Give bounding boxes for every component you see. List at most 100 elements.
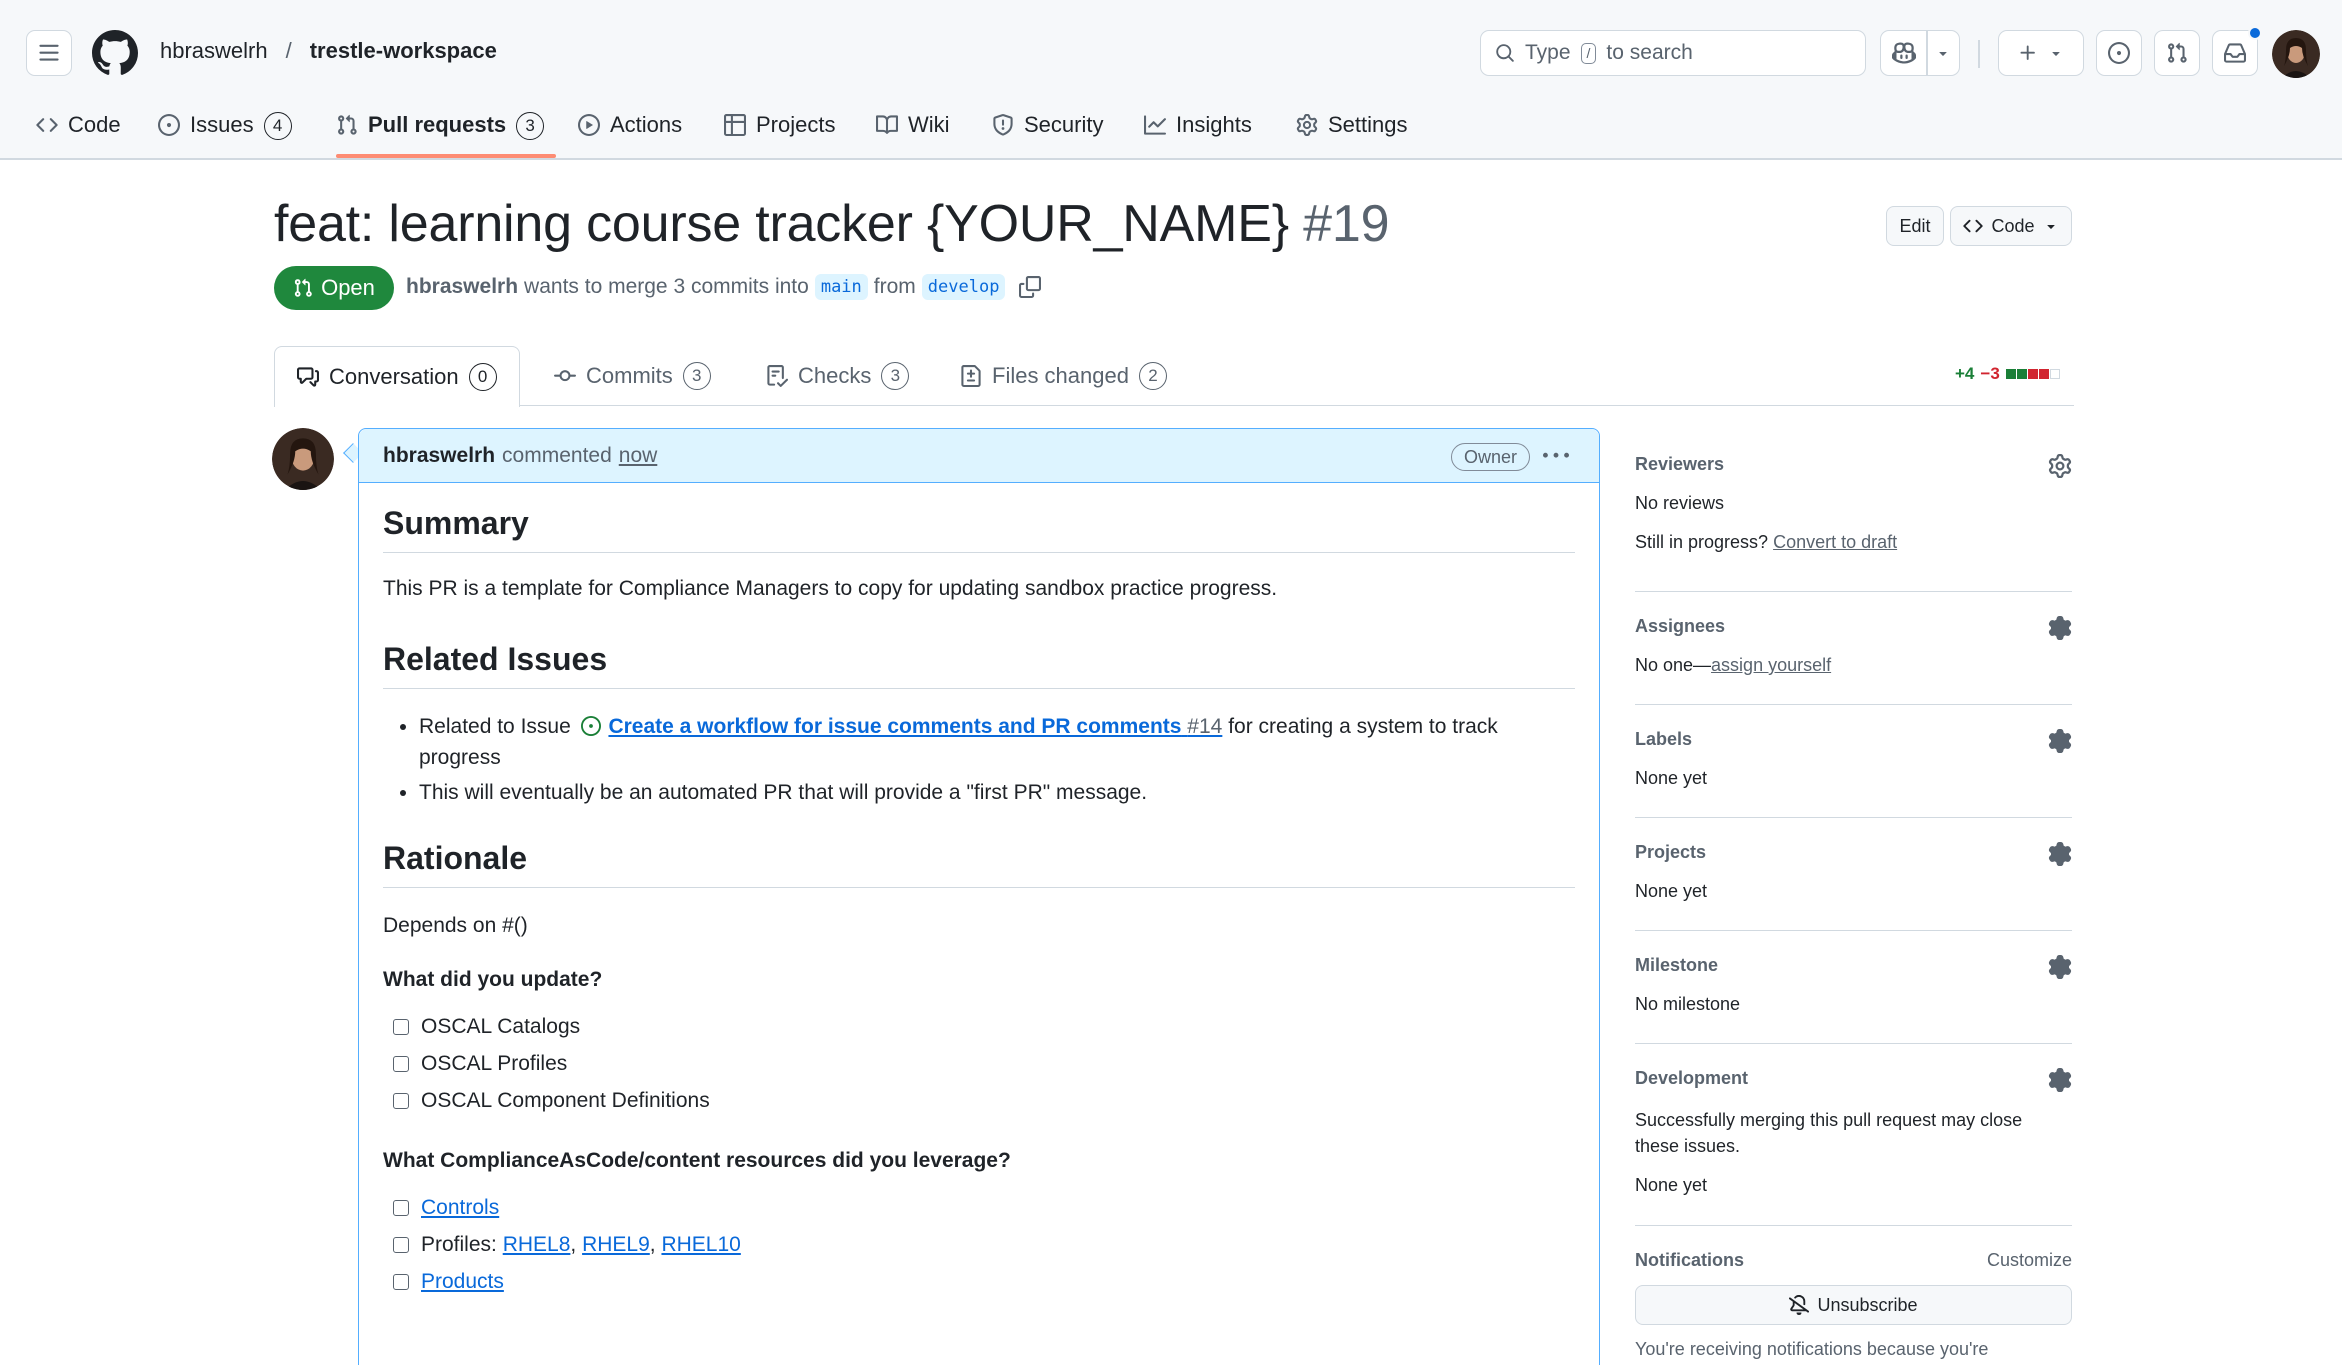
projects-title[interactable]: Projects [1635, 818, 2072, 863]
tab-commits[interactable]: Commits 3 [554, 346, 711, 406]
issues-shortcut-button[interactable] [2096, 30, 2142, 76]
breadcrumb-separator: / [285, 38, 292, 63]
book-icon [876, 115, 898, 134]
tab-actions[interactable]: Actions [578, 104, 682, 160]
tab-projects[interactable]: Projects [724, 104, 835, 160]
tab-pull-requests[interactable]: Pull requests 3 [336, 104, 545, 160]
comment-header: hbraswelrh commented now Owner [359, 429, 1599, 483]
development-title[interactable]: Development [1635, 1044, 2072, 1089]
resources-checklist: Controls Profiles: RHEL8, RHEL9, RHEL10 … [383, 1189, 1575, 1300]
gear-icon[interactable] [2048, 955, 2072, 979]
user-avatar[interactable] [2272, 30, 2320, 78]
search-input[interactable]: Type / to search [1480, 30, 1866, 76]
repo-name-link[interactable]: trestle-workspace [310, 38, 497, 64]
sidebar-development: Development Successfully merging this pu… [1635, 1044, 2072, 1226]
unsubscribe-label: Unsubscribe [1817, 1294, 1918, 1315]
convert-to-draft-link[interactable]: Convert to draft [1773, 532, 1897, 552]
comment-options-button[interactable] [1541, 441, 1571, 471]
tab-code[interactable]: Code [36, 104, 121, 160]
from-text: from [873, 275, 916, 298]
rhel10-link[interactable]: RHEL10 [661, 1233, 740, 1256]
draft-prefix: Still in progress? [1635, 532, 1769, 552]
gear-icon[interactable] [2048, 729, 2072, 753]
checkbox[interactable] [393, 1236, 409, 1253]
menu-button[interactable] [26, 30, 72, 76]
milestone-title[interactable]: Milestone [1635, 931, 2072, 976]
tab-security[interactable]: Security [992, 104, 1103, 160]
pr-author-link[interactable]: hbraswelrh [406, 275, 518, 299]
update-checklist: OSCAL Catalogs OSCAL Profiles OSCAL Comp… [383, 1008, 1575, 1119]
tab-insights[interactable]: Insights [1144, 104, 1252, 160]
sidebar-reviewers: Reviewers No reviews Still in progress? … [1635, 440, 2072, 592]
checkbox[interactable] [393, 1092, 409, 1109]
repo-owner-link[interactable]: hbraswelrh [160, 38, 268, 64]
assignees-title[interactable]: Assignees [1635, 592, 2072, 637]
tab-conversation[interactable]: Conversation 0 [274, 346, 520, 407]
edit-title-button[interactable]: Edit [1886, 206, 1944, 246]
copy-icon[interactable] [1019, 276, 1042, 298]
base-branch[interactable]: main [814, 274, 868, 300]
breadcrumb: hbraswelrh / trestle-workspace [160, 38, 497, 64]
tab-wiki[interactable]: Wiki [876, 104, 950, 160]
checkbox[interactable] [393, 1273, 409, 1290]
pr-title-text: feat: learning course tracker {YOUR_NAME… [274, 195, 1289, 253]
rhel9-link[interactable]: RHEL9 [582, 1233, 650, 1256]
checkbox[interactable] [393, 1055, 409, 1072]
controls-link[interactable]: Controls [421, 1196, 499, 1220]
assign-yourself-link[interactable]: assign yourself [1711, 655, 1831, 675]
checklist-icon [767, 365, 788, 387]
pr-number: #19 [1303, 195, 1390, 253]
products-link[interactable]: Products [421, 1270, 504, 1294]
comment-timestamp[interactable]: now [619, 444, 658, 468]
profiles-prefix: Profiles: [421, 1232, 497, 1256]
head-branch[interactable]: develop [921, 274, 1006, 300]
comment-author-avatar[interactable] [272, 428, 334, 490]
gear-icon[interactable] [2048, 616, 2072, 640]
tab-files-changed[interactable]: Files changed 2 [960, 346, 1167, 406]
code-icon [1963, 219, 1984, 233]
table-icon [724, 114, 746, 136]
pull-requests-shortcut-button[interactable] [2154, 30, 2200, 76]
copilot-menu-button[interactable] [1928, 45, 1959, 61]
depends-text: Depends on #() [383, 914, 528, 937]
file-diff-icon [961, 365, 981, 387]
diffstat-square [2027, 369, 2038, 379]
checkbox[interactable] [393, 1199, 409, 1216]
milestone-value: No milestone [1635, 994, 1741, 1014]
rhel8-link[interactable]: RHEL8 [503, 1233, 571, 1256]
rationale-heading: Rationale [383, 840, 1575, 888]
checkbox[interactable] [393, 1018, 409, 1035]
gear-icon[interactable] [2048, 842, 2072, 866]
sidebar-labels: Labels None yet [1635, 705, 2072, 818]
related-prefix: Related to Issue [419, 715, 571, 738]
gear-icon[interactable] [2048, 1068, 2072, 1092]
active-tab-indicator [336, 154, 556, 158]
customize-link[interactable]: Customize [1987, 1250, 2072, 1271]
owner-badge: Owner [1451, 443, 1531, 471]
tab-checks[interactable]: Checks 3 [766, 346, 910, 406]
reviewers-title[interactable]: Reviewers [1635, 440, 2072, 475]
tab-files-label: Files changed [992, 363, 1129, 388]
code-icon [36, 118, 58, 132]
checklist-label: OSCAL Catalogs [421, 1014, 581, 1038]
issue-link[interactable]: Create a workflow for issue comments and… [608, 715, 1222, 738]
pull-requests-counter: 3 [516, 112, 545, 140]
copilot-button[interactable] [1881, 41, 1926, 65]
github-logo-icon[interactable] [92, 30, 138, 76]
diffstat-bar [2005, 369, 2061, 379]
tab-issues[interactable]: Issues 4 [158, 104, 292, 160]
additions-count: +4 [1955, 364, 1975, 383]
tab-settings[interactable]: Settings [1296, 104, 1408, 160]
labels-value: None yet [1635, 768, 1708, 788]
labels-title[interactable]: Labels [1635, 705, 2072, 750]
checklist-item: OSCAL Profiles [393, 1045, 1575, 1082]
triangle-down-icon [2046, 225, 2055, 229]
unsubscribe-button[interactable]: Unsubscribe [1635, 1285, 2072, 1325]
tab-conversation-label: Conversation [329, 364, 459, 389]
gear-icon[interactable] [2048, 454, 2072, 478]
hamburger-icon [39, 44, 59, 61]
create-new-button[interactable] [1998, 30, 2084, 76]
tab-actions-label: Actions [610, 112, 683, 137]
comment-author-link[interactable]: hbraswelrh [383, 444, 495, 468]
code-dropdown-button[interactable]: Code [1950, 206, 2072, 246]
